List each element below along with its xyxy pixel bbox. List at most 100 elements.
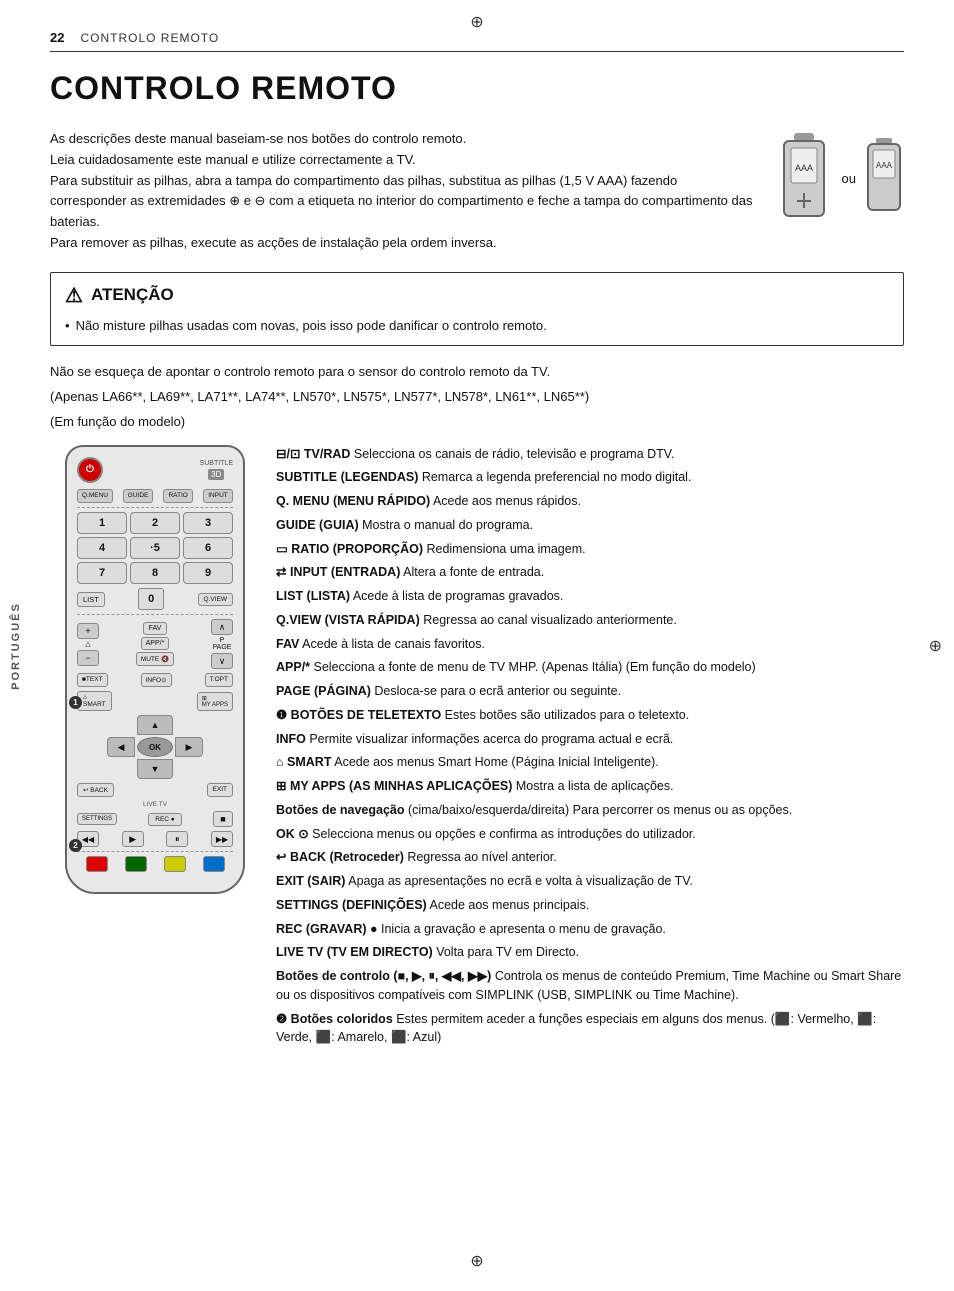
qmenu-button[interactable]: Q.MENU bbox=[77, 489, 113, 503]
page-number: 22 bbox=[50, 30, 64, 45]
warning-text: •Não misture pilhas usadas com novas, po… bbox=[65, 316, 889, 336]
num-9-button[interactable]: 9 bbox=[183, 562, 233, 584]
green-button[interactable] bbox=[125, 856, 147, 872]
livetv-label: LIVE TV bbox=[143, 801, 167, 808]
pause-button[interactable]: ⏸ bbox=[166, 831, 188, 847]
blue-button[interactable] bbox=[203, 856, 225, 872]
header-section-title: CONTROLO REMOTO bbox=[80, 31, 219, 45]
num-2-button[interactable]: 2 bbox=[130, 512, 180, 534]
main-content: ⏻ SUBTITLE 3D Q.MENU GUIDE RATIO INPUT bbox=[50, 445, 904, 1053]
num-0-button[interactable]: 0 bbox=[138, 588, 164, 610]
guide-button[interactable]: GUIDE bbox=[123, 489, 154, 503]
desc-teletexto: ❶ BOTÕES DE TELETEXTO Estes botões são u… bbox=[276, 706, 904, 725]
num-5-button[interactable]: ·5 bbox=[130, 537, 180, 559]
badge-2: 2 bbox=[69, 839, 82, 852]
nav-empty-br bbox=[175, 759, 203, 779]
info-button[interactable]: INFO⊙ bbox=[141, 673, 172, 687]
intro-text: As descrições deste manual baseiam-se no… bbox=[50, 129, 754, 254]
separator-2 bbox=[77, 614, 233, 615]
desc-nav: Botões de navegação (cima/baixo/esquerda… bbox=[276, 801, 904, 820]
text-button[interactable]: ■TEXT bbox=[77, 673, 108, 687]
desc-fav: FAV Acede à lista de canais favoritos. bbox=[276, 635, 904, 654]
num-7-button[interactable]: 7 bbox=[77, 562, 127, 584]
yellow-button[interactable] bbox=[164, 856, 186, 872]
num-3-button[interactable]: 3 bbox=[183, 512, 233, 534]
mute-button[interactable]: MUTE 🔇 bbox=[136, 652, 174, 666]
media-row: ◀◀ ▶ ⏸ ▶▶ bbox=[77, 831, 233, 847]
desc-subtitle: SUBTITLE (LEGENDAS) Remarca a legenda pr… bbox=[276, 468, 904, 487]
desc-page: PAGE (PÁGINA) Desloca-se para o ecrã ant… bbox=[276, 682, 904, 701]
ok-button[interactable]: OK bbox=[137, 737, 173, 757]
vol-up-button[interactable]: + bbox=[77, 623, 99, 639]
desc-settings: SETTINGS (DEFINIÇÕES) Acede aos menus pr… bbox=[276, 896, 904, 915]
battery-svg-2: AAA bbox=[864, 138, 904, 218]
myapps-button[interactable]: ⊞MY APPS bbox=[197, 692, 233, 711]
desc-list: LIST (LISTA) Acede à lista de programas … bbox=[276, 587, 904, 606]
intro-p2: Leia cuidadosamente este manual e utiliz… bbox=[50, 150, 754, 171]
ou-label: ou bbox=[842, 171, 856, 186]
num-6-button[interactable]: 6 bbox=[183, 537, 233, 559]
remote-container: ⏻ SUBTITLE 3D Q.MENU GUIDE RATIO INPUT bbox=[50, 445, 260, 1053]
list-button[interactable]: LIST bbox=[77, 592, 105, 607]
desc-input: ⇄ INPUT (ENTRADA) Altera a fonte de entr… bbox=[276, 563, 904, 582]
nav-down-button[interactable]: ▼ bbox=[137, 759, 173, 779]
descriptions-column: ⊟/⊡ TV/RAD Selecciona os canais de rádio… bbox=[276, 445, 904, 1053]
menu-row: Q.MENU GUIDE RATIO INPUT bbox=[77, 489, 233, 503]
smart-button[interactable]: ⌂SMART bbox=[77, 691, 112, 711]
input-button[interactable]: INPUT bbox=[203, 489, 233, 503]
app-button[interactable]: APP/* bbox=[141, 637, 170, 650]
vol-label: △ bbox=[85, 641, 90, 648]
ff-button[interactable]: ▶▶ bbox=[211, 831, 233, 847]
settings-button[interactable]: SETTINGS bbox=[77, 813, 117, 825]
subtitle-indicator: SUBTITLE bbox=[200, 460, 233, 467]
desc-qmenu: Q. MENU (MENU RÁPIDO) Acede aos menus rá… bbox=[276, 492, 904, 511]
intro-p3: Para substituir as pilhas, abra a tampa … bbox=[50, 171, 754, 233]
exit-button[interactable]: EXIT bbox=[207, 783, 233, 797]
remote-control: ⏻ SUBTITLE 3D Q.MENU GUIDE RATIO INPUT bbox=[65, 445, 245, 894]
num-8-button[interactable]: 8 bbox=[130, 562, 180, 584]
qview-button[interactable]: Q.VIEW bbox=[198, 593, 233, 606]
nav-left-button[interactable]: ◀ bbox=[107, 737, 135, 757]
nav-empty-tl bbox=[107, 715, 135, 735]
rec-button[interactable]: REC ● bbox=[148, 813, 181, 826]
page-up-button[interactable]: ∧ bbox=[211, 619, 233, 635]
nav-right-button[interactable]: ▶ bbox=[175, 737, 203, 757]
reg-mark-right: ⊕ bbox=[929, 636, 942, 656]
desc-back: ↩ BACK (Retroceder) Regressa ao nível an… bbox=[276, 848, 904, 867]
play-button[interactable]: ▶ bbox=[122, 831, 144, 847]
remote-top-right: SUBTITLE 3D bbox=[200, 460, 233, 480]
desc-colorbtns: ❷ Botões coloridos Estes permitem aceder… bbox=[276, 1010, 904, 1048]
desc-control: Botões de controlo (■, ▶, ⏸, ◀◀, ▶▶) Con… bbox=[276, 967, 904, 1005]
num-1-button[interactable]: 1 bbox=[77, 512, 127, 534]
warning-icon: ⚠ bbox=[65, 283, 83, 308]
fav-button[interactable]: FAV bbox=[143, 622, 168, 635]
svg-text:AAA: AAA bbox=[795, 163, 813, 173]
separator-1 bbox=[77, 507, 233, 508]
separator-3 bbox=[77, 851, 233, 852]
page: ⊕ 22 CONTROLO REMOTO CONTROLO REMOTO As … bbox=[0, 0, 954, 1291]
reg-mark-top: ⊕ bbox=[470, 12, 483, 32]
stop-button[interactable]: ■ bbox=[213, 811, 233, 827]
topt-button[interactable]: T.OPT bbox=[205, 673, 233, 687]
intro-p4: Para remover as pilhas, execute as acçõe… bbox=[50, 233, 754, 254]
smart-row: ⌂SMART ⊞MY APPS bbox=[77, 691, 233, 711]
side-label: PORTUGUÊS bbox=[10, 602, 22, 690]
vol-down-button[interactable]: − bbox=[77, 650, 99, 666]
desc-myapps: ⊞ MY APPS (AS MINHAS APLICAÇÕES) Mostra … bbox=[276, 777, 904, 796]
3d-icon: 3D bbox=[208, 469, 224, 480]
battery-image: AAA ou AAA bbox=[774, 133, 904, 223]
red-button[interactable] bbox=[86, 856, 108, 872]
page-down-button[interactable]: ∨ bbox=[211, 653, 233, 669]
list-row: LIST 0 Q.VIEW bbox=[77, 588, 233, 610]
ratio-button[interactable]: RATIO bbox=[163, 489, 193, 503]
power-button[interactable]: ⏻ bbox=[77, 457, 103, 483]
note-1: Não se esqueça de apontar o controlo rem… bbox=[50, 362, 904, 383]
battery-svg-1: AAA bbox=[774, 133, 834, 223]
back-button[interactable]: ↩ BACK bbox=[77, 783, 114, 797]
svg-text:AAA: AAA bbox=[876, 161, 893, 170]
remote-top-section: ⏻ SUBTITLE 3D bbox=[77, 457, 233, 483]
nav-up-button[interactable]: ▲ bbox=[137, 715, 173, 735]
desc-info: INFO Permite visualizar informações acer… bbox=[276, 730, 904, 749]
reg-mark-bottom: ⊕ bbox=[470, 1251, 483, 1271]
num-4-button[interactable]: 4 bbox=[77, 537, 127, 559]
